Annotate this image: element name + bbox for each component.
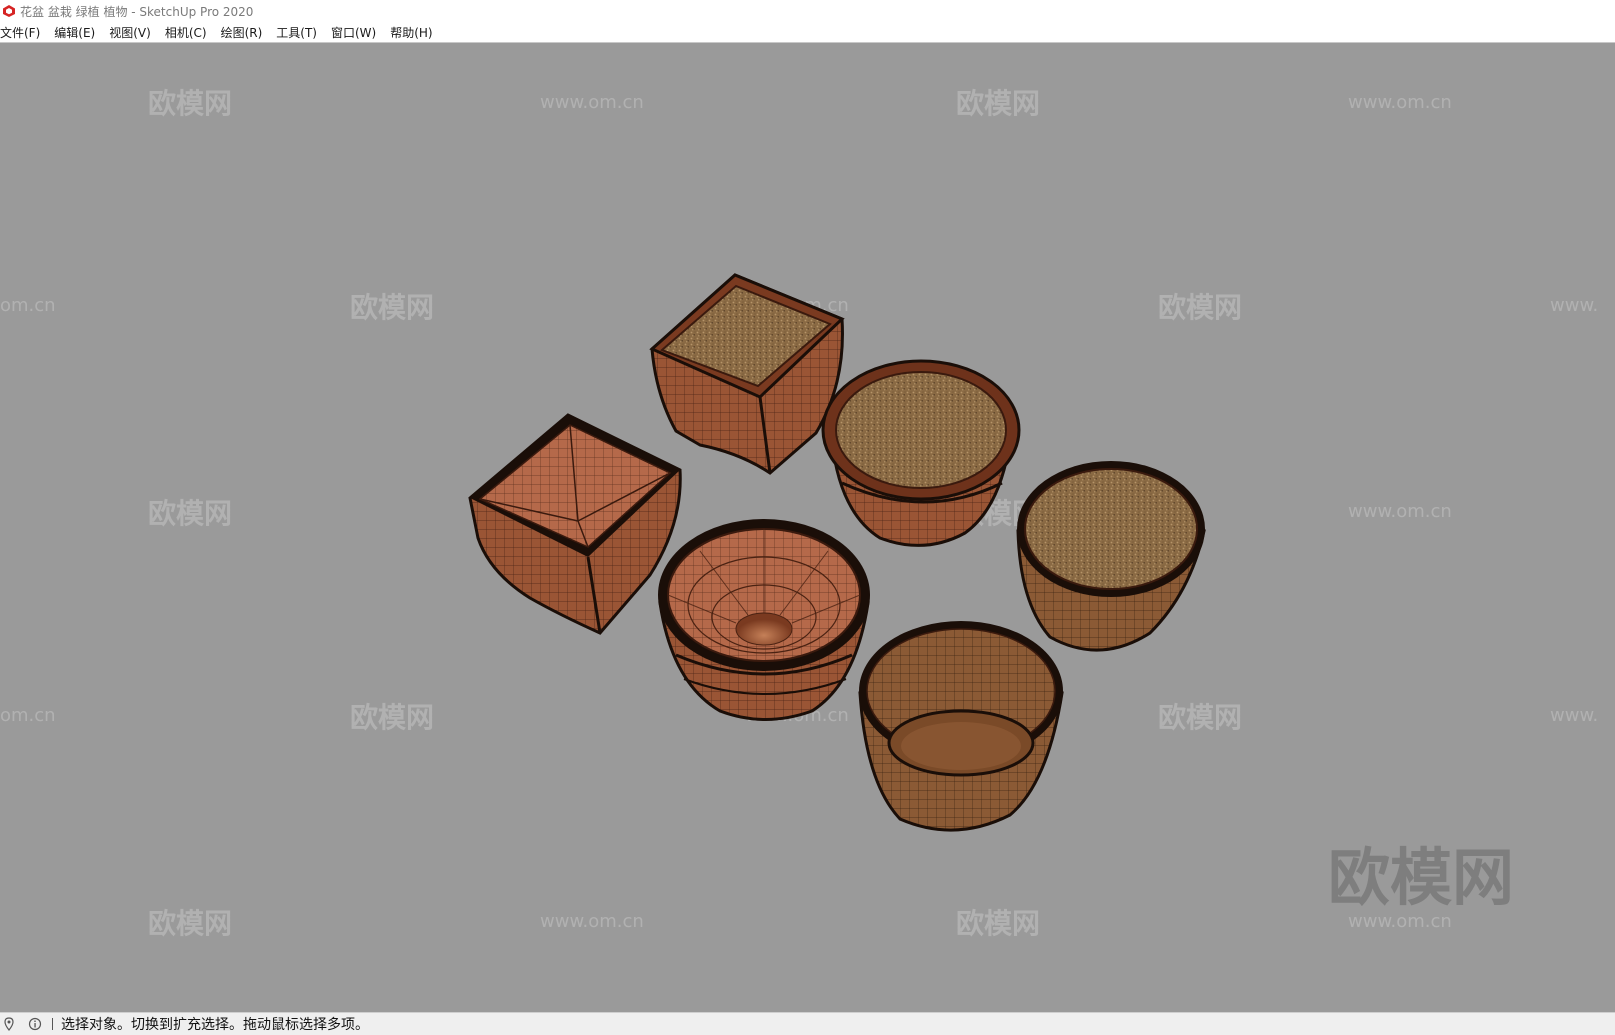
watermark-url: om.cn xyxy=(0,295,56,316)
watermark-url: www. xyxy=(1550,705,1598,726)
sketchup-logo-icon xyxy=(3,5,15,17)
watermark-logo: 欧模网 xyxy=(350,701,434,734)
square-pot-empty[interactable] xyxy=(468,413,682,635)
watermark-url: www.om.cn xyxy=(1348,911,1452,932)
menu-edit[interactable]: 编辑(E) xyxy=(47,24,102,41)
info-icon[interactable] xyxy=(28,1017,42,1031)
watermark-logo: 欧模网 xyxy=(956,907,1040,940)
model-viewport[interactable]: 欧模网 www.om.cn 欧模网 www.om.cn om.cn 欧模网 ww… xyxy=(0,43,1615,1012)
watermark-url: www.om.cn xyxy=(1348,92,1452,113)
menu-camera[interactable]: 相机(C) xyxy=(158,24,214,41)
watermark-logo: 欧模网 xyxy=(148,497,232,530)
window-title: 花盆 盆栽 绿植 植物 - SketchUp Pro 2020 xyxy=(20,4,254,19)
watermark-logo: 欧模网 xyxy=(148,87,232,120)
watermark-url: www. xyxy=(1550,295,1598,316)
cylinder-pot-with-soil[interactable] xyxy=(1016,461,1206,652)
watermark-logo: 欧模网 xyxy=(1158,701,1242,734)
watermark-logo: 欧模网 xyxy=(1158,291,1242,324)
watermark-logo: 欧模网 xyxy=(350,291,434,324)
watermarks: 欧模网 www.om.cn 欧模网 www.om.cn om.cn 欧模网 ww… xyxy=(0,87,1598,940)
menu-window[interactable]: 窗口(W) xyxy=(324,24,383,41)
menu-bar: 文件(F) 编辑(E) 视图(V) 相机(C) 绘图(R) 工具(T) 窗口(W… xyxy=(0,22,1615,43)
status-bar: 选择对象。切换到扩充选择。拖动鼠标选择多项。 xyxy=(0,1012,1615,1035)
status-separator xyxy=(52,1018,53,1030)
watermark-url: om.cn xyxy=(0,705,56,726)
bowl-pot-empty[interactable] xyxy=(658,519,870,721)
watermark-logo: 欧模网 xyxy=(956,87,1040,120)
watermark-large: 欧模网 xyxy=(1328,841,1514,914)
menu-tools[interactable]: 工具(T) xyxy=(269,24,324,41)
menu-view[interactable]: 视图(V) xyxy=(102,24,158,41)
watermark-url: www.om.cn xyxy=(1348,501,1452,522)
viewport-canvas[interactable]: 欧模网 www.om.cn 欧模网 www.om.cn om.cn 欧模网 ww… xyxy=(0,43,1615,1012)
watermark-large-logo: 欧模网 xyxy=(1328,841,1514,914)
watermark-logo: 欧模网 xyxy=(148,907,232,940)
watermark-url: www.om.cn xyxy=(540,911,644,932)
cylinder-pot-empty[interactable] xyxy=(858,621,1064,832)
watermark-url: www.om.cn xyxy=(540,92,644,113)
menu-file[interactable]: 文件(F) xyxy=(0,24,47,41)
status-message: 选择对象。切换到扩充选择。拖动鼠标选择多项。 xyxy=(61,1017,369,1033)
menu-draw[interactable]: 绘图(R) xyxy=(214,24,270,41)
menu-help[interactable]: 帮助(H) xyxy=(383,24,439,41)
geolocation-icon[interactable] xyxy=(2,1017,16,1031)
title-bar: 花盆 盆栽 绿植 植物 - SketchUp Pro 2020 xyxy=(0,0,1615,22)
